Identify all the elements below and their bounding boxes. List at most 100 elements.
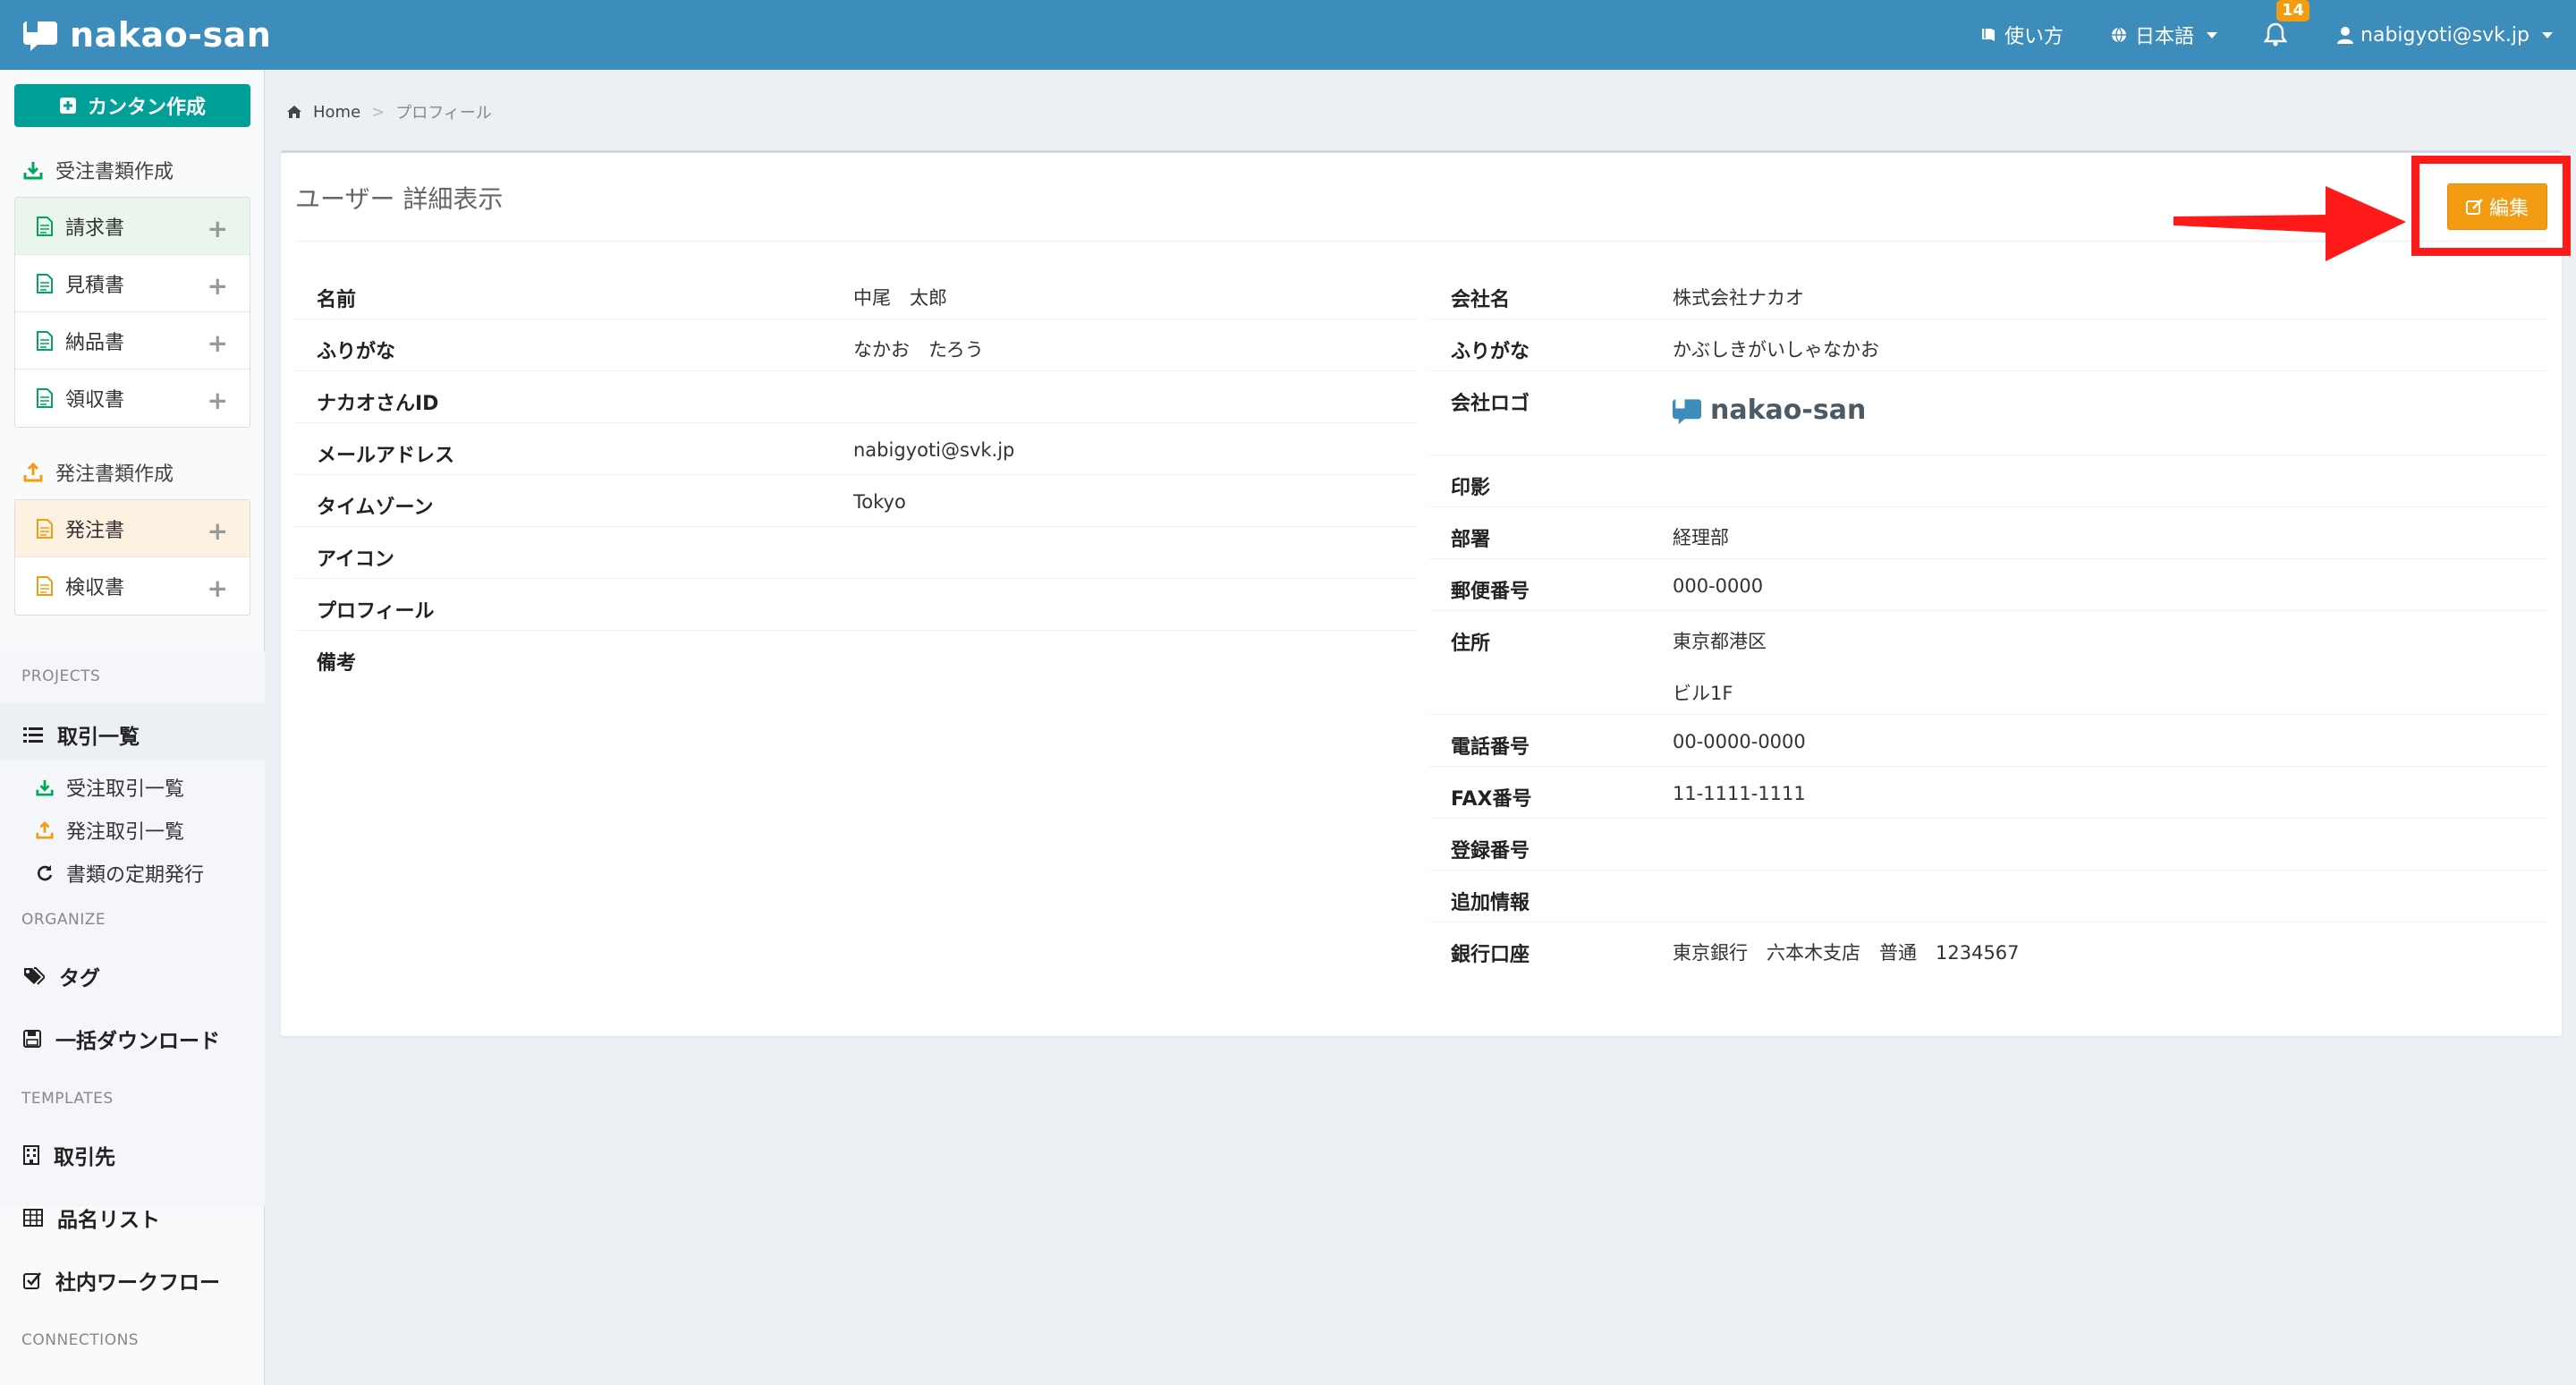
tags-icon xyxy=(24,967,45,985)
language-label: 日本語 xyxy=(2135,26,2195,48)
user-detail-panel: ユーザー 詳細表示 編集 名前 中尾 太郎 ふりがな なかお たろう ナカオさん… xyxy=(281,150,2562,1036)
sidebar-item-received-deals[interactable]: 受注取引一覧 xyxy=(36,773,184,802)
field-row-profile: プロフィール xyxy=(295,579,1417,631)
field-value: 11-1111-1111 xyxy=(1673,783,1806,804)
notification-badge: 14 xyxy=(2276,0,2310,21)
breadcrumb-separator: > xyxy=(371,102,386,122)
field-row-postal: 郵便番号 000-0000 xyxy=(1429,559,2547,611)
received-docs-header: 受注書類作成 xyxy=(23,156,174,184)
sidebar-item-invoice[interactable]: 請求書 + xyxy=(15,198,250,255)
plus-square-icon xyxy=(59,98,76,114)
received-docs-label: 受注書類作成 xyxy=(55,161,174,183)
upload-icon xyxy=(23,463,43,482)
field-value: 経理部 xyxy=(1673,527,1729,548)
field-value: nabigyoti@svk.jp xyxy=(853,439,1015,461)
plus-icon[interactable]: + xyxy=(208,386,228,415)
sidebar-item-item-list[interactable]: 品名リスト xyxy=(23,1202,160,1233)
field-row-name: 名前 中尾 太郎 xyxy=(295,268,1417,319)
field-row-company-furigana: ふりがな かぶしきがいしゃなかお xyxy=(1429,319,2547,371)
sidebar-item-label: タグ xyxy=(59,967,100,990)
breadcrumb-home[interactable]: Home xyxy=(313,103,360,122)
breadcrumb: Home > プロフィール xyxy=(286,100,492,123)
top-nav: 使い方 日本語 14 nabigyoti@svk.jp xyxy=(1979,0,2553,70)
quick-create-button[interactable]: カンタン作成 xyxy=(14,84,250,127)
sidebar-item-label: 発注取引一覧 xyxy=(66,821,185,844)
field-label: 郵便番号 xyxy=(1451,581,1530,603)
floppy-disk-icon xyxy=(23,1030,41,1048)
field-value: なかお たろう xyxy=(853,339,984,361)
book-icon xyxy=(1981,29,1995,41)
plus-icon[interactable]: + xyxy=(208,328,228,358)
field-row-furigana: ふりがな なかお たろう xyxy=(295,319,1417,371)
company-logo: nakao-san xyxy=(1673,395,1866,426)
field-row-fax: FAX番号 11-1111-1111 xyxy=(1429,767,2547,819)
sidebar: カンタン作成 受注書類作成 請求書 + 見積書 + 納品書 + 領収書 + 発注… xyxy=(0,70,265,1385)
sidebar-item-delivery[interactable]: 納品書 + xyxy=(15,312,250,370)
help-link[interactable]: 使い方 xyxy=(1979,21,2063,49)
speech-bubble-icon xyxy=(23,21,57,51)
field-row-seal: 印影 xyxy=(1429,455,2547,507)
document-icon xyxy=(37,518,53,539)
projects-label: PROJECTS xyxy=(21,667,101,685)
language-dropdown[interactable]: 日本語 xyxy=(2110,21,2218,49)
upload-icon xyxy=(36,821,54,839)
sidebar-item-workflow[interactable]: 社内ワークフロー xyxy=(23,1265,220,1296)
sidebar-item-receipt[interactable]: 領収書 + xyxy=(15,370,250,427)
brand-logo[interactable]: nakao-san xyxy=(23,13,271,57)
field-value: 中尾 太郎 xyxy=(853,287,947,309)
field-value: Tokyo xyxy=(853,491,906,513)
sidebar-item-inspection[interactable]: 検収書 + xyxy=(15,557,250,615)
sidebar-item-label: 書類の定期発行 xyxy=(66,864,205,887)
field-value: 東京都港区 xyxy=(1673,631,1767,652)
field-row-bank: 銀行口座 東京銀行 六本木支店 普通 1234567 xyxy=(1429,922,2547,974)
plus-icon[interactable]: + xyxy=(208,574,228,603)
speech-bubble-icon xyxy=(1673,398,1701,424)
sidebar-item-label: 品名リスト xyxy=(57,1209,160,1232)
sidebar-item-purchase-order[interactable]: 発注書 + xyxy=(15,500,250,557)
field-label: 追加情報 xyxy=(1451,892,1530,914)
field-label: 名前 xyxy=(317,289,357,311)
plus-icon[interactable]: + xyxy=(208,214,228,243)
order-docs-label: 発注書類作成 xyxy=(55,463,174,486)
globe-icon xyxy=(2112,27,2126,43)
field-label: 電話番号 xyxy=(1451,736,1530,759)
field-label: 備考 xyxy=(317,652,357,675)
sidebar-item-label: 社内ワークフロー xyxy=(55,1271,220,1295)
sidebar-item-bulk-download[interactable]: 一括ダウンロード xyxy=(23,1024,220,1054)
user-email: nabigyoti@svk.jp xyxy=(2360,23,2529,47)
sidebar-item-partners[interactable]: 取引先 xyxy=(23,1140,115,1170)
sidebar-item-order-deals[interactable]: 発注取引一覧 xyxy=(36,816,184,845)
field-value: かぶしきがいしゃなかお xyxy=(1673,339,1879,361)
sidebar-item-recurring[interactable]: 書類の定期発行 xyxy=(36,859,204,888)
field-row-nakao-id: ナカオさんID xyxy=(295,371,1417,423)
sidebar-item-label: 発注書 xyxy=(65,519,125,542)
document-icon xyxy=(37,330,53,351)
sidebar-item-label: 領収書 xyxy=(65,389,125,412)
field-row-company-logo: 会社ロゴ nakao-san xyxy=(1429,371,2547,455)
field-row-notes: 備考 xyxy=(295,631,1417,683)
sidebar-item-label: 取引先 xyxy=(54,1146,115,1169)
sidebar-item-tags[interactable]: タグ xyxy=(23,961,100,991)
chevron-down-icon xyxy=(2207,31,2218,38)
plus-icon[interactable]: + xyxy=(208,516,228,546)
sidebar-item-estimate[interactable]: 見積書 + xyxy=(15,255,250,312)
user-menu[interactable]: nabigyoti@svk.jp xyxy=(2337,24,2553,47)
company-logo-text: nakao-san xyxy=(1710,395,1867,426)
field-value: 東京銀行 六本木支店 普通 1234567 xyxy=(1673,942,2020,964)
sidebar-item-label: 見積書 xyxy=(65,274,125,297)
field-row-address: 住所 東京都港区 ビル1F xyxy=(1429,611,2547,715)
organize-label: ORGANIZE xyxy=(21,911,106,929)
field-row-extra: 追加情報 xyxy=(1429,871,2547,922)
brand-name: nakao-san xyxy=(70,15,272,55)
field-label: 住所 xyxy=(1451,633,1491,655)
notifications-button[interactable]: 14 xyxy=(2263,0,2310,48)
field-label: メールアドレス xyxy=(317,445,455,467)
document-icon xyxy=(37,216,53,236)
top-header: nakao-san 使い方 日本語 14 nabigyoti@svk.jp xyxy=(0,0,2576,70)
plus-icon[interactable]: + xyxy=(208,271,228,301)
refresh-icon xyxy=(38,865,53,881)
field-row-icon: アイコン xyxy=(295,527,1417,579)
sidebar-item-deals[interactable]: 取引一覧 xyxy=(23,719,140,750)
document-icon xyxy=(37,576,53,596)
field-label: プロフィール xyxy=(317,600,435,623)
